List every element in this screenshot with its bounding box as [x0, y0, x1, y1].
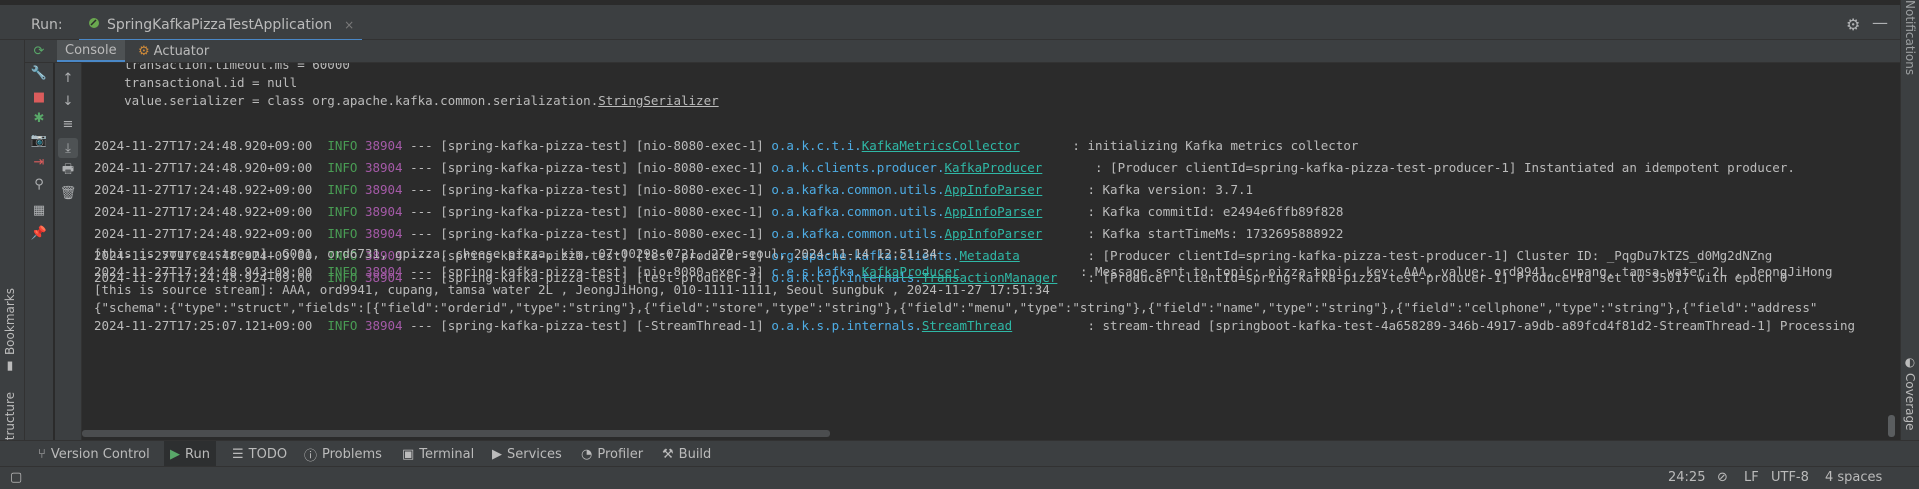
logger-link[interactable]: KafkaProducer [944, 160, 1042, 175]
tab-todo[interactable]: ☰ TODO [226, 441, 293, 467]
actuator-icon: ⚙ [138, 43, 150, 59]
bookmarks-label: Bookmarks [3, 288, 17, 356]
tab-version-control[interactable]: ⑂ Version Control [32, 441, 156, 467]
logger-link[interactable]: StreamThread [922, 318, 1012, 333]
console-line: [this is source stream]: G001, ord6731, … [94, 246, 937, 261]
services-icon: ▶ [492, 446, 502, 462]
log-line: 2024-11-27T17:24:48.920+09:00 INFO 38904… [94, 160, 1795, 175]
coverage-icon: ◐ [1903, 355, 1917, 369]
logger-link[interactable]: AppInfoParser [944, 204, 1042, 219]
trash-icon[interactable]: 🗑 [58, 183, 78, 203]
layout-icon[interactable]: ▦ [29, 200, 49, 220]
scroll-to-end-icon[interactable]: ⤓ [58, 138, 78, 158]
console-output[interactable]: transaction.timeout.ms = 60000 transacti… [82, 63, 1900, 440]
tab-label: Services [507, 446, 562, 462]
console-line: transactional.id = null [94, 75, 298, 90]
tab-terminal[interactable]: ▣ Terminal [396, 441, 480, 467]
run-icon: ▶ [170, 446, 180, 462]
console-line: {"schema":{"type":"struct","fields":[{"f… [94, 300, 1818, 315]
caret-position[interactable]: 24:25 [1668, 470, 1705, 485]
bookmarks-tab[interactable]: ▮ Bookmarks [3, 288, 17, 374]
notifications-tab[interactable]: Notifications [1903, 0, 1917, 75]
logger-link[interactable]: KafkaProducer [862, 264, 960, 279]
stop-icon[interactable]: ■ [29, 87, 49, 107]
bookmarks-icon: ▮ [3, 360, 17, 375]
tab-label: Profiler [597, 446, 644, 462]
toggle-tool-windows-icon[interactable]: ▢ [10, 470, 22, 485]
line-separator[interactable]: LF [1744, 470, 1759, 485]
console-line: transaction.timeout.ms = 60000 [94, 63, 350, 72]
log-line: 2024-11-27T17:24:48.922+09:00 INFO 38904… [94, 226, 1344, 241]
arrow-up-icon[interactable]: ↑ [58, 68, 78, 88]
run-subtabs: Console ⚙ Actuator [25, 40, 1900, 63]
run-config-title: SpringKafkaPizzaTestApplication [107, 17, 333, 33]
tab-actuator[interactable]: ⚙ Actuator [130, 40, 217, 62]
logger-link[interactable]: KafkaMetricsCollector [862, 138, 1020, 153]
debug-icon[interactable]: ✱ [29, 108, 49, 128]
log-line: 2024-11-27T17:24:48.920+09:00 INFO 38904… [94, 138, 1359, 153]
arrow-down-icon[interactable]: ↓ [58, 91, 78, 111]
log-line: 2024-11-27T17:24:48.922+09:00 INFO 38904… [94, 182, 1254, 197]
version-control-icon: ⑂ [38, 446, 46, 462]
coverage-tab[interactable]: ◐ Coverage [1903, 355, 1917, 431]
logger-link[interactable]: AppInfoParser [944, 226, 1042, 241]
console-line: value.serializer = class org.apache.kafk… [94, 93, 719, 108]
run-toolbar-primary: ⟳ 🔧 ■ ✱ 📷 ⇥ ⚲ ▦ 📌 [25, 44, 53, 440]
tab-console[interactable]: Console [57, 40, 125, 62]
log-line: 2024-11-27T17:25:07.121+09:00 INFO 38904… [94, 318, 1856, 333]
exit-icon[interactable]: ⇥ [29, 152, 49, 172]
console-line: [this is source stream]: AAA, ord9941, c… [94, 282, 1050, 297]
tab-run[interactable]: ▶ Run [164, 441, 216, 467]
vertical-scrollbar[interactable] [1888, 415, 1895, 437]
camera-icon[interactable]: 📷 [29, 130, 49, 150]
tab-label: Terminal [419, 446, 475, 462]
tab-label: Problems [322, 446, 382, 462]
minimize-icon[interactable]: — [1872, 13, 1888, 32]
tab-actuator-label: Actuator [153, 43, 210, 59]
logger-link[interactable]: AppInfoParser [944, 182, 1042, 197]
tab-problems[interactable]: ⓘ Problems [298, 441, 388, 467]
print-icon[interactable]: 🖶 [58, 161, 78, 181]
log-line: 2024-11-27T17:24:48.943+09:00 INFO 38904… [94, 264, 1833, 279]
tab-profiler[interactable]: ◔ Profiler [575, 441, 649, 467]
tab-label: Build [678, 446, 712, 462]
tab-label: TODO [248, 446, 288, 462]
spring-app-icon [87, 16, 101, 34]
terminal-icon: ▣ [402, 446, 415, 462]
run-label: Run: [31, 17, 63, 33]
status-bar: ▢ 24:25 ⊘ LF UTF-8 4 spaces [0, 466, 1919, 489]
coverage-label: Coverage [1903, 373, 1917, 431]
close-icon[interactable]: × [344, 18, 354, 32]
build-icon: ⚒ [662, 446, 674, 462]
run-config-tab[interactable]: SpringKafkaPizzaTestApplication × [79, 11, 363, 42]
rerun-icon[interactable]: ⟳ [29, 41, 49, 61]
todo-icon: ☰ [232, 446, 244, 462]
tab-build[interactable]: ⚒ Build [656, 441, 717, 467]
tab-label: Run [185, 446, 210, 462]
bottom-tool-tabs: ⑂ Version Control ▶ Run ☰ TODO ⓘ Problems ▣ T… [0, 440, 1919, 467]
wrench-icon[interactable]: 🔧 [29, 63, 49, 83]
run-tool-window-header: Run: SpringKafkaPizzaTestApplication × ⚙… [0, 5, 1900, 42]
left-tool-stripe: ▮ Bookmarks ▪ Structure [0, 40, 25, 467]
indent-setting[interactable]: 4 spaces [1825, 470, 1882, 485]
profiler-icon: ◔ [581, 446, 593, 462]
gear-icon[interactable]: ⚙ [1846, 15, 1860, 34]
soft-wrap-icon[interactable]: ≡ [58, 114, 78, 134]
readonly-lock-icon[interactable]: ⊘ [1717, 470, 1728, 485]
horizontal-scrollbar[interactable] [82, 430, 830, 437]
pin-icon[interactable]: 📌 [29, 223, 49, 243]
console-toolbar: ↑ ↓ ≡ ⤓ 🖶 🗑 [55, 63, 82, 440]
log-line: 2024-11-27T17:24:48.922+09:00 INFO 38904… [94, 204, 1344, 219]
tab-label: Version Control [50, 446, 150, 462]
file-encoding[interactable]: UTF-8 [1771, 470, 1809, 485]
problems-icon: ⓘ [304, 448, 318, 464]
pin-restore-icon[interactable]: ⚲ [29, 174, 49, 194]
tab-services[interactable]: ▶ Services [486, 441, 568, 467]
logger-link[interactable]: Metadata [960, 248, 1020, 263]
tab-console-label: Console [65, 42, 117, 58]
